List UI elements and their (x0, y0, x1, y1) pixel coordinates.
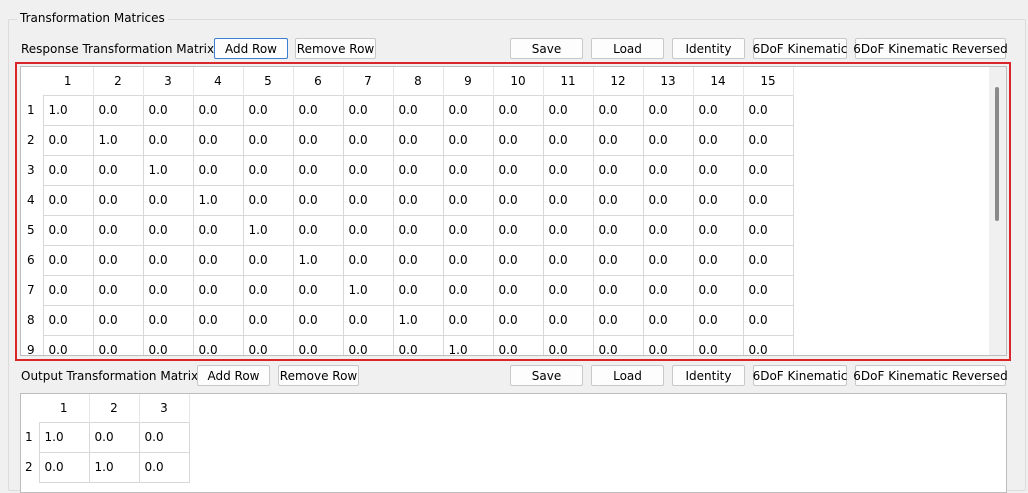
response-add-row-button[interactable]: Add Row (214, 38, 288, 59)
row-header[interactable]: 1 (21, 422, 39, 452)
table-row: 2 0.0 1.0 0.0 (21, 452, 190, 483)
matrix-cell[interactable]: 1.0 (38, 421, 90, 453)
output-6dof-kinematic-button[interactable]: 6DoF Kinematic (753, 365, 847, 386)
corner-cell (21, 394, 39, 422)
response-matrix-label: Response Transformation Matrix (21, 42, 215, 56)
response-6dof-kinematic-reversed-button[interactable]: 6DoF Kinematic Reversed (853, 38, 1008, 59)
matrix-cell[interactable]: 0.0 (38, 452, 90, 483)
output-load-button[interactable]: Load (591, 365, 664, 386)
table-row: 1 1.0 0.0 0.0 (21, 421, 190, 453)
output-matrix-table[interactable]: 123 1 1.0 0.0 0.0 2 0.0 1.0 0.0 (20, 393, 1007, 493)
output-6dof-kinematic-reversed-button[interactable]: 6DoF Kinematic Reversed (853, 365, 1008, 386)
output-save-button[interactable]: Save (510, 365, 583, 386)
selection-highlight-frame (15, 62, 1011, 361)
column-header[interactable]: 2 (89, 394, 140, 422)
matrix-cell[interactable]: 0.0 (89, 421, 140, 453)
column-header[interactable]: 3 (139, 394, 190, 422)
response-load-button[interactable]: Load (591, 38, 664, 59)
row-header[interactable]: 2 (21, 452, 39, 482)
group-title: Transformation Matrices (17, 11, 168, 25)
column-header[interactable]: 1 (39, 394, 90, 422)
output-matrix-label: Output Transformation Matrix (21, 369, 199, 383)
output-identity-button[interactable]: Identity (672, 365, 745, 386)
response-6dof-kinematic-button[interactable]: 6DoF Kinematic (753, 38, 847, 59)
response-save-button[interactable]: Save (510, 38, 583, 59)
matrix-cell[interactable]: 1.0 (89, 452, 140, 483)
response-remove-row-button[interactable]: Remove Row (295, 38, 376, 59)
output-grid: 123 1 1.0 0.0 0.0 2 0.0 1.0 0.0 (21, 394, 190, 483)
matrix-cell[interactable]: 0.0 (139, 421, 190, 453)
response-identity-button[interactable]: Identity (672, 38, 745, 59)
output-add-row-button[interactable]: Add Row (197, 365, 270, 386)
matrix-cell[interactable]: 0.0 (139, 452, 190, 483)
output-remove-row-button[interactable]: Remove Row (278, 365, 359, 386)
